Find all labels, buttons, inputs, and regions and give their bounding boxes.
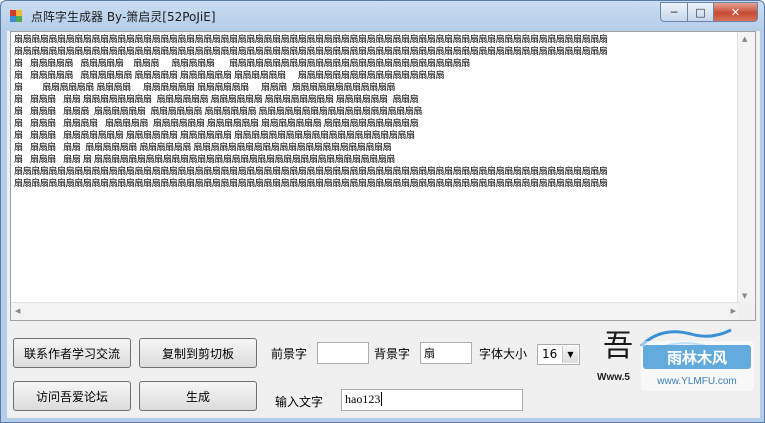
input-text-value: hao123 <box>345 392 381 406</box>
foreground-char-label: 前景字 <box>271 347 308 361</box>
app-icon <box>10 10 22 22</box>
scroll-left-icon[interactable]: ◀ <box>15 307 20 315</box>
background-char-label: 背景字 <box>374 347 411 361</box>
close-button[interactable]: ✕ <box>714 2 758 22</box>
text-cursor <box>381 392 383 406</box>
contact-author-button[interactable]: 联系作者学习交流 <box>13 338 131 368</box>
generate-button[interactable]: 生成 <box>139 381 257 411</box>
scroll-right-icon[interactable]: ▶ <box>731 307 736 315</box>
output-textarea[interactable]: 扇扇扇扇扇扇扇扇扇扇扇扇扇扇扇扇扇扇扇扇扇扇扇扇扇扇扇扇扇扇扇扇扇扇扇扇扇扇扇扇… <box>10 31 756 321</box>
watermark-url: www.YLMFU.com <box>656 376 736 387</box>
visit-forum-button[interactable]: 访问吾爱论坛 <box>13 381 131 411</box>
minimize-button[interactable]: ─ <box>660 2 688 22</box>
watermark-brand: 雨林木风 <box>667 349 727 367</box>
font-size-value: 16 <box>542 347 558 361</box>
input-text-field[interactable]: hao123 <box>341 389 523 411</box>
title-bar[interactable]: 点阵字生成器 By-箫启灵[52PoJiE] ─ □ ✕ <box>1 1 764 31</box>
dot-matrix-output: 扇扇扇扇扇扇扇扇扇扇扇扇扇扇扇扇扇扇扇扇扇扇扇扇扇扇扇扇扇扇扇扇扇扇扇扇扇扇扇扇… <box>14 35 608 189</box>
maximize-button[interactable]: □ <box>688 2 714 22</box>
logo-url: Www.5 <box>597 372 630 383</box>
font-size-select[interactable]: 16 ▼ <box>537 344 580 365</box>
font-size-label: 字体大小 <box>479 347 528 361</box>
background-char-input[interactable]: 扇 <box>420 342 472 364</box>
vertical-scrollbar[interactable]: ▲ ▼ <box>737 32 755 303</box>
chevron-down-icon[interactable]: ▼ <box>562 346 578 363</box>
input-text-label: 输入文字 <box>275 395 324 409</box>
foreground-char-input[interactable] <box>317 342 369 364</box>
logo-glyph: 吾 <box>603 329 633 364</box>
window-title: 点阵字生成器 By-箫启灵[52PoJiE] <box>31 10 216 24</box>
scroll-up-icon[interactable]: ▲ <box>742 35 747 43</box>
copy-to-clipboard-button[interactable]: 复制到剪切板 <box>139 338 257 368</box>
app-window: 点阵字生成器 By-箫启灵[52PoJiE] ─ □ ✕ 扇扇扇扇扇扇扇扇扇扇扇… <box>0 0 765 423</box>
watermark-logo: 雨林木风 www.YLMFU.com <box>641 341 754 391</box>
scroll-down-icon[interactable]: ▼ <box>742 292 747 300</box>
